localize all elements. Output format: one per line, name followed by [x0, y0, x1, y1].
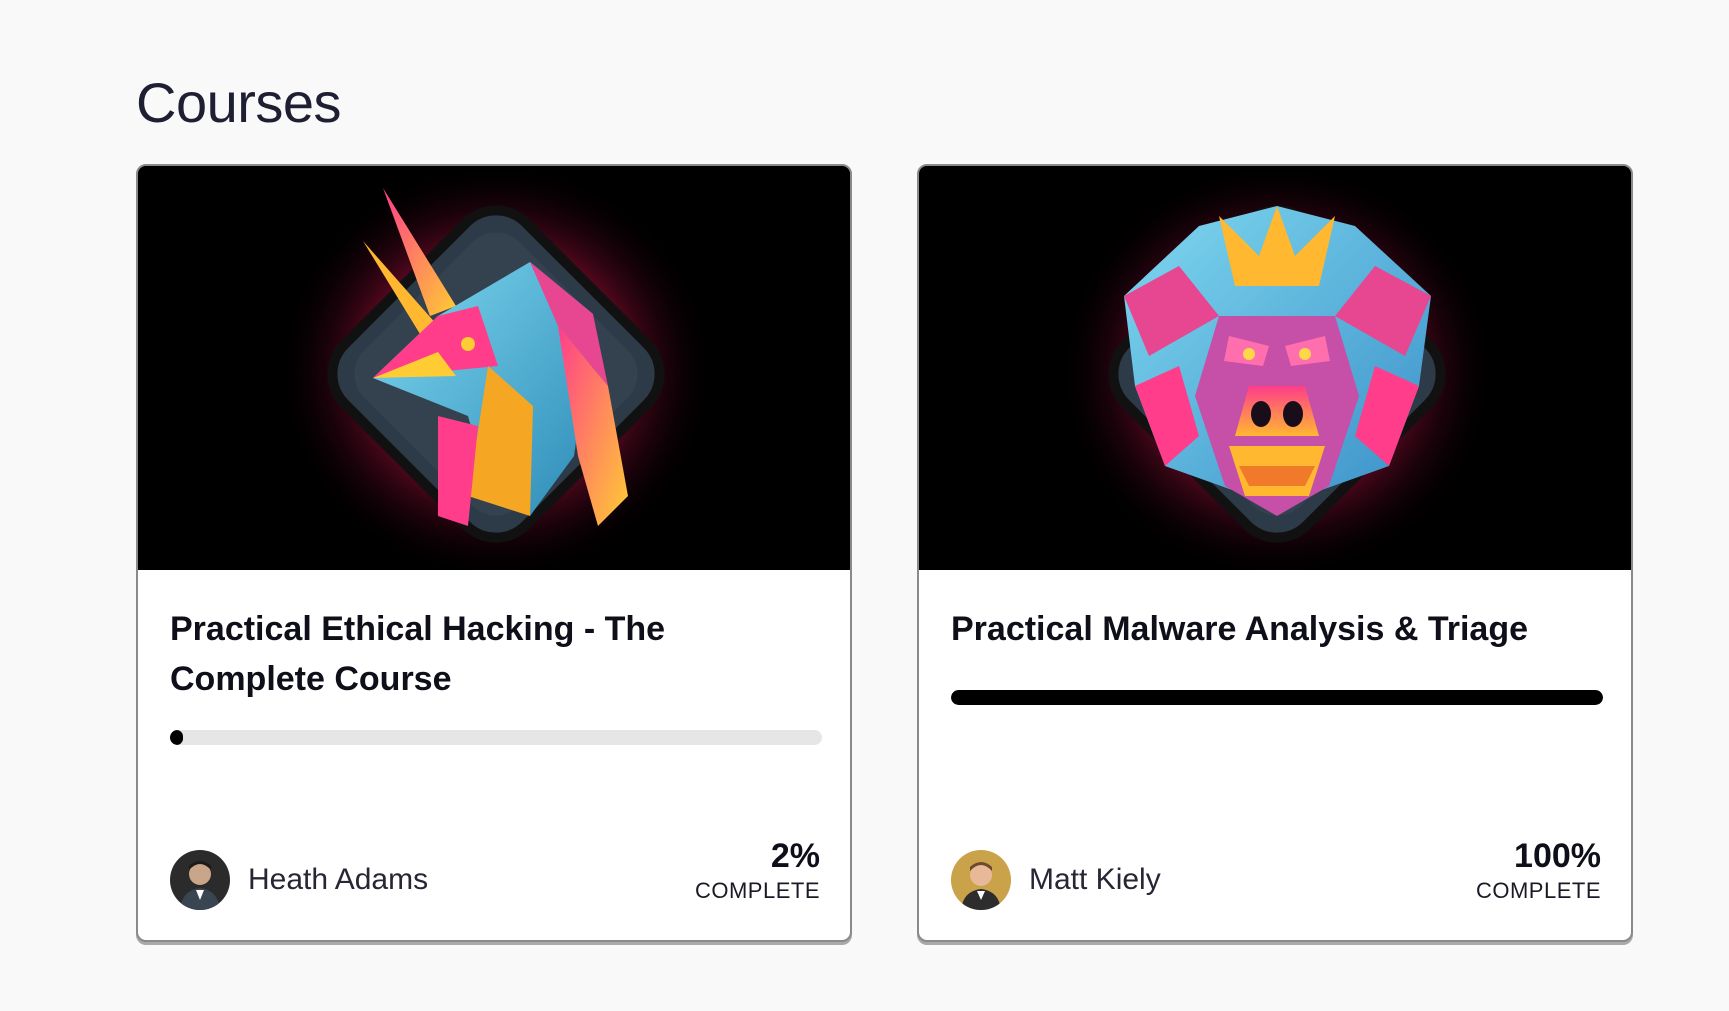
gorilla-mascot-icon	[919, 166, 1631, 570]
page-title: Courses	[136, 71, 342, 134]
progress-percent: 100%	[1514, 837, 1601, 875]
progress-fill	[170, 730, 184, 745]
author: Heath Adams	[170, 850, 428, 910]
progress-bar	[170, 730, 822, 745]
course-image[interactable]	[919, 166, 1631, 570]
course-card[interactable]: Practical Ethical Hacking - The Complete…	[136, 164, 852, 942]
author-name: Matt Kiely	[1029, 863, 1161, 896]
progress-percent: 2%	[770, 837, 820, 875]
author: Matt Kiely	[951, 850, 1161, 910]
progress-summary: 2% COMPLETE	[695, 836, 820, 904]
unicorn-mascot-icon	[138, 166, 850, 570]
progress-bar	[951, 690, 1603, 705]
avatar	[170, 850, 230, 910]
avatar	[951, 850, 1011, 910]
course-title[interactable]: Practical Ethical Hacking - The Complete…	[170, 604, 810, 704]
course-image[interactable]	[138, 166, 850, 570]
progress-label: COMPLETE	[694, 878, 820, 903]
progress-summary: 100% COMPLETE	[1476, 836, 1601, 904]
course-card[interactable]: Practical Malware Analysis & Triage Matt…	[917, 164, 1633, 942]
author-name: Heath Adams	[248, 863, 429, 896]
progress-label: COMPLETE	[1475, 878, 1601, 903]
progress-fill	[951, 690, 1603, 705]
course-title[interactable]: Practical Malware Analysis & Triage	[951, 604, 1591, 654]
